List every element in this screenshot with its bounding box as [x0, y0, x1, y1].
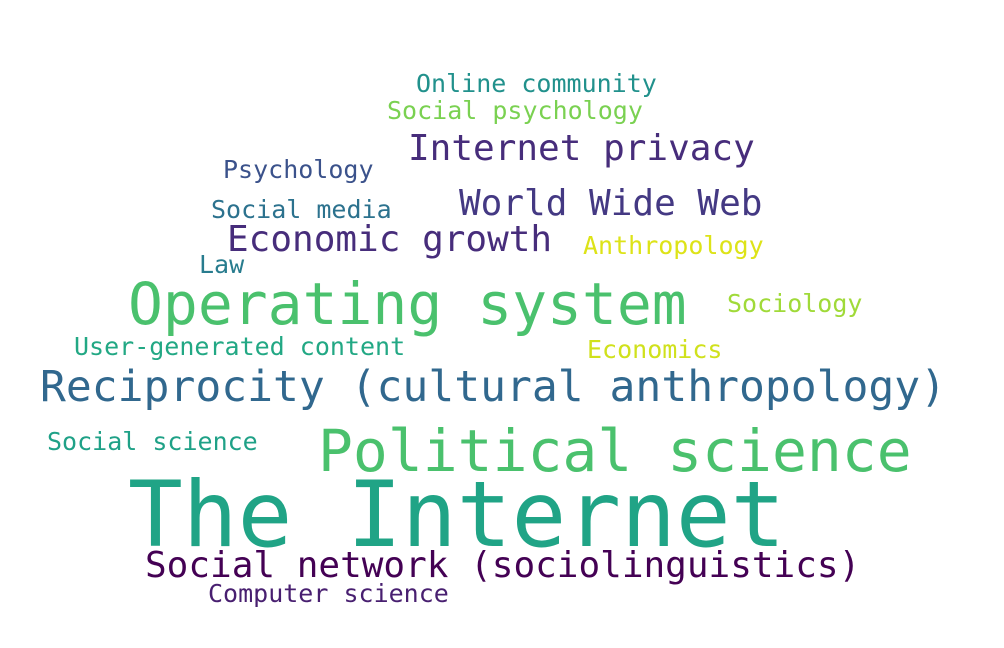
word-user-generated-content: User-generated content [74, 332, 406, 361]
word-online-community: Online community [416, 69, 657, 98]
word-social-science: Social science [47, 427, 258, 456]
word-reciprocity: Reciprocity (cultural anthropology) [40, 362, 947, 412]
word-anthropology: Anthropology [583, 231, 764, 260]
word-economic-growth: Economic growth [227, 219, 553, 260]
word-computer-science: Computer science [208, 579, 449, 608]
word-economics: Economics [587, 335, 723, 364]
word-social-psychology: Social psychology [387, 96, 643, 125]
word-internet-privacy: Internet privacy [408, 128, 755, 169]
word-sociology: Sociology [727, 289, 863, 318]
word-cloud: Online community Social psychology Inter… [0, 0, 1004, 648]
word-world-wide-web: World Wide Web [459, 183, 763, 224]
word-operating-system: Operating system [128, 270, 687, 338]
word-psychology: Psychology [223, 155, 374, 184]
